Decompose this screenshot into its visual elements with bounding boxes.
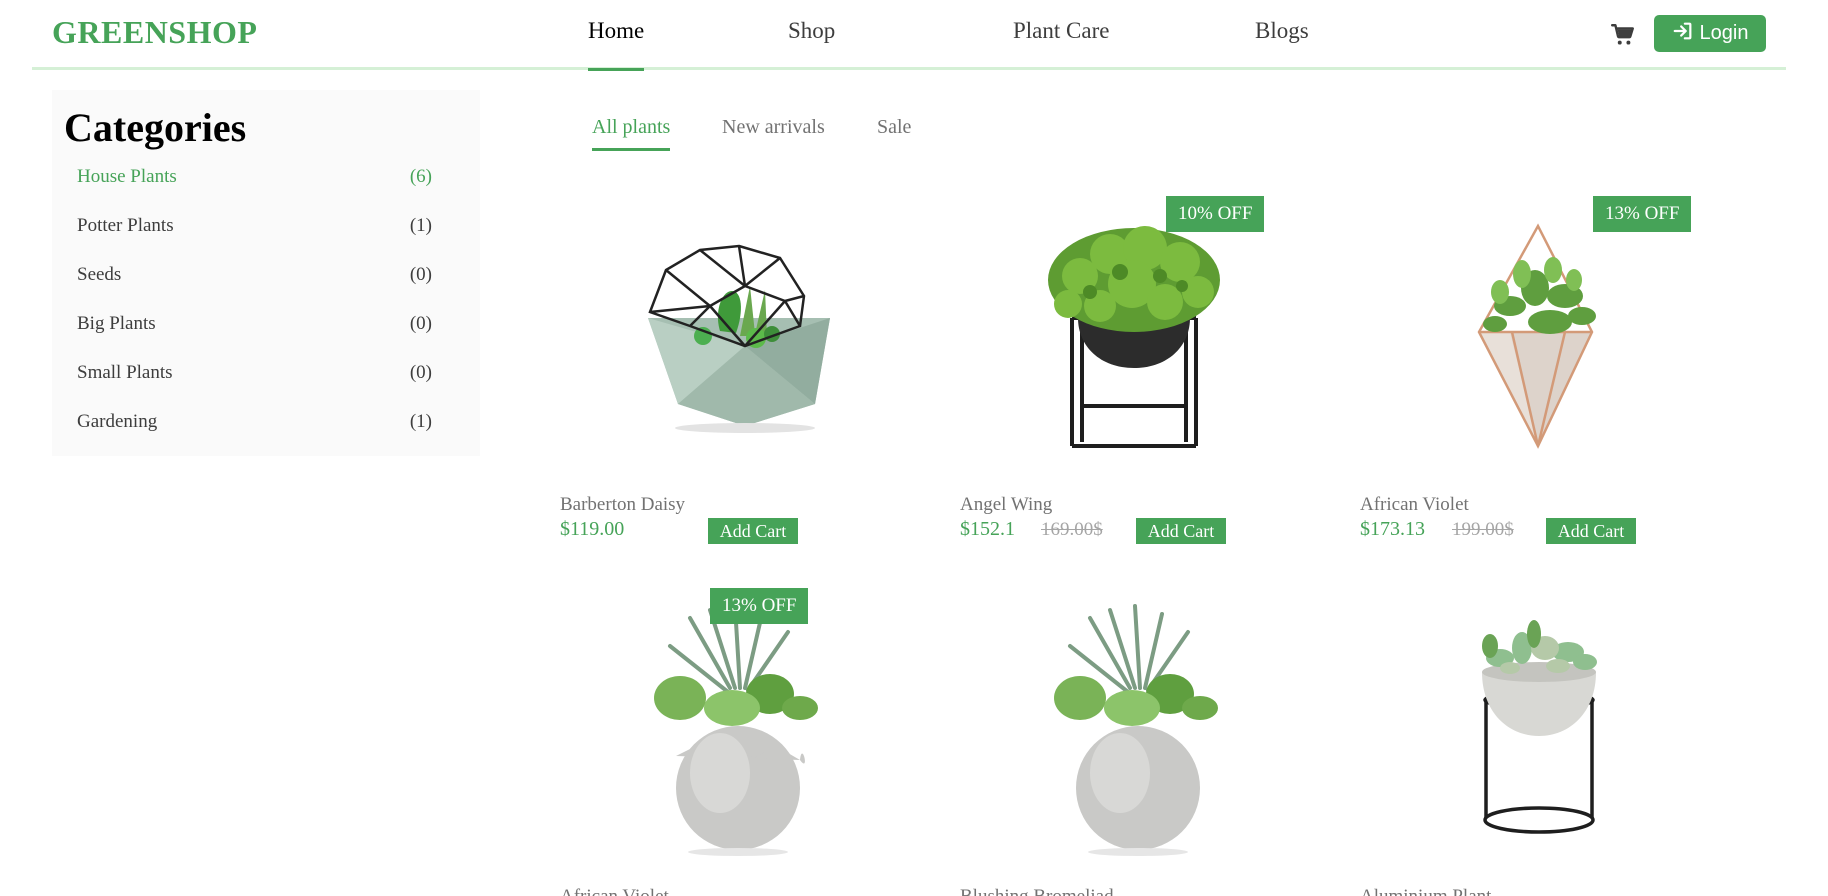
login-label: Login [1699, 22, 1749, 44]
product-name[interactable]: African Violet [1360, 494, 1469, 516]
add-cart-button[interactable]: Add Cart [1546, 518, 1636, 544]
categories-sidebar: Categories House Plants (6) Potter Plant… [52, 90, 480, 456]
category-label: Seeds [77, 264, 122, 285]
nav-home-label: Home [588, 18, 645, 43]
tab-sale[interactable]: Sale [877, 116, 911, 139]
category-big-plants[interactable]: Big Plants (0) [77, 313, 432, 343]
category-count: (1) [409, 215, 432, 236]
category-small-plants[interactable]: Small Plants (0) [77, 362, 432, 392]
category-label: Gardening [77, 411, 158, 432]
product-old-price: 199.00$ [1452, 519, 1514, 540]
category-count: (1) [409, 411, 432, 432]
category-seeds[interactable]: Seeds (0) [77, 264, 432, 294]
product-name[interactable]: Aluminium Plant [1360, 886, 1491, 896]
discount-badge: 13% OFF [710, 588, 809, 624]
product-image-wire-stand[interactable] [1360, 588, 1740, 878]
nav-plant-care[interactable]: Plant Care [1013, 18, 1109, 44]
category-count: (6) [409, 166, 432, 187]
product-name[interactable]: African Violet [560, 886, 669, 896]
category-label: Big Plants [77, 313, 156, 334]
tab-all-plants[interactable]: All plants [592, 116, 671, 151]
category-label: Potter Plants [77, 215, 174, 236]
tab-label: All plants [592, 116, 671, 138]
product-image-bowl-on-stand[interactable] [960, 196, 1340, 486]
categories-title: Categories [64, 105, 247, 150]
login-arrow-icon [1672, 20, 1694, 48]
site-header: GREENSHOP Home Shop Plant Care Blogs Log… [32, 0, 1786, 71]
product-price: $152.1 [960, 518, 1015, 540]
product-image-concrete-sphere[interactable] [960, 588, 1340, 878]
login-button[interactable]: Login [1654, 15, 1766, 52]
category-house-plants[interactable]: House Plants (6) [77, 166, 432, 196]
add-cart-button[interactable]: Add Cart [1136, 518, 1226, 544]
product-name[interactable]: Angel Wing [960, 494, 1052, 516]
product-old-price: 169.00$ [1041, 519, 1103, 540]
category-count: (0) [409, 362, 432, 383]
category-gardening[interactable]: Gardening (1) [77, 411, 432, 441]
nav-home[interactable]: Home [588, 18, 645, 71]
category-potter-plants[interactable]: Potter Plants (1) [77, 215, 432, 245]
discount-badge: 10% OFF [1166, 196, 1265, 232]
nav-active-underline [588, 68, 645, 71]
product-image-terrarium[interactable] [560, 196, 940, 486]
product-price: $119.00 [560, 518, 625, 540]
add-cart-button[interactable]: Add Cart [708, 518, 798, 544]
discount-badge: 13% OFF [1593, 196, 1692, 232]
product-image-concrete-sphere[interactable] [560, 588, 940, 878]
category-count: (0) [409, 264, 432, 285]
logo[interactable]: GREENSHOP [52, 14, 257, 51]
category-count: (0) [409, 313, 432, 334]
category-label: Small Plants [77, 362, 173, 383]
nav-blogs[interactable]: Blogs [1255, 18, 1309, 44]
product-name[interactable]: Barberton Daisy [560, 494, 685, 516]
product-name[interactable]: Blushing Bromeliad [960, 886, 1114, 896]
product-price: $173.13 [1360, 518, 1425, 540]
category-label: House Plants [77, 166, 177, 187]
tab-active-underline [592, 148, 671, 151]
product-image-hanging-planter[interactable] [1360, 196, 1740, 486]
tab-new-arrivals[interactable]: New arrivals [722, 116, 825, 139]
nav-shop[interactable]: Shop [788, 18, 835, 44]
shopping-cart-icon[interactable] [1610, 22, 1636, 48]
